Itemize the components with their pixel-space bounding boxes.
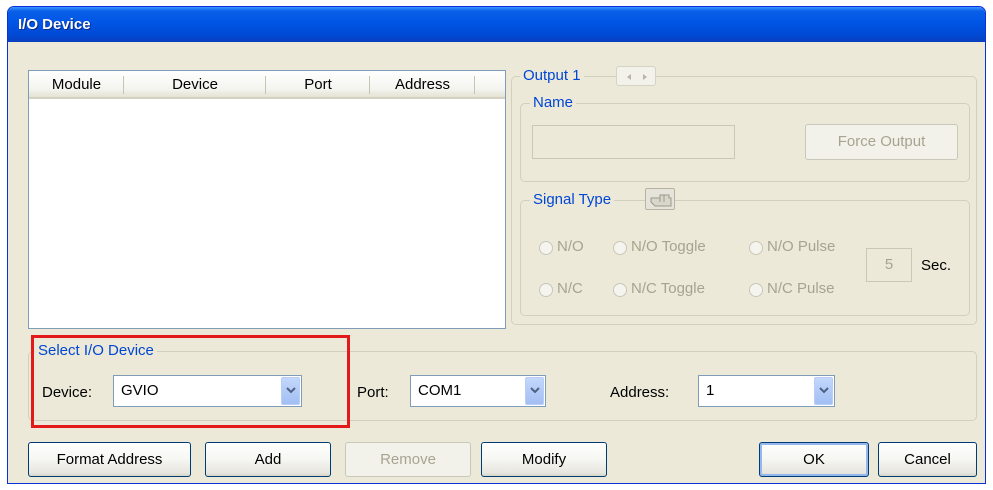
address-select-value: 1 [706,382,715,399]
radio-no-pulse-label: N/O Pulse [767,238,836,255]
address-select[interactable]: 1 [698,375,835,407]
title-bar[interactable]: I/O Device [8,7,985,42]
radio-no-toggle-label: N/O Toggle [631,238,706,255]
port-select[interactable]: COM1 [410,375,546,407]
signal-type-label: Signal Type [530,191,615,209]
add-button[interactable]: Add [205,442,331,477]
seconds-label: Sec. [921,257,952,274]
column-header-address[interactable]: Address [370,71,475,99]
port-select-value: COM1 [418,382,462,399]
name-group-label: Name [530,94,577,112]
modify-button[interactable]: Modify [481,442,607,477]
column-header-port[interactable]: Port [266,71,370,99]
radio-nc-label: N/C [557,280,583,297]
radio-nc[interactable] [539,283,553,297]
highlight-box [31,335,350,428]
pulse-seconds-input[interactable]: 5 [866,248,912,282]
radio-no-label: N/O [557,238,584,255]
list-header: Module Device Port Address [29,71,505,99]
left-right-arrows-icon[interactable] [616,66,656,86]
format-address-button[interactable]: Format Address [28,442,191,477]
column-label: Address [394,76,451,93]
cancel-button[interactable]: Cancel [878,442,977,477]
column-label: Module [51,76,102,93]
radio-nc-pulse[interactable] [749,283,763,297]
pointing-hand-icon[interactable] [645,188,675,210]
ok-button[interactable]: OK [759,442,869,477]
port-label: Port: [357,384,389,401]
force-output-button[interactable]: Force Output [805,124,958,160]
column-label: Port [304,76,332,93]
window-title: I/O Device [18,16,91,33]
chevron-down-icon[interactable] [525,377,544,405]
output-group-label: Output 1 [520,67,584,85]
radio-no-pulse[interactable] [749,241,763,255]
chevron-down-icon[interactable] [814,377,833,405]
radio-no-toggle[interactable] [613,241,627,255]
device-list[interactable]: Module Device Port Address [28,70,506,329]
radio-no[interactable] [539,241,553,255]
column-header-module[interactable]: Module [29,71,124,99]
remove-button[interactable]: Remove [345,442,471,477]
column-label: Device [172,76,218,93]
radio-nc-toggle-label: N/C Toggle [631,280,705,297]
column-header-device[interactable]: Device [124,71,266,99]
address-label: Address: [610,384,670,401]
radio-nc-pulse-label: N/C Pulse [767,280,835,297]
column-header-filler [475,71,505,99]
output-name-input[interactable] [532,125,735,159]
radio-nc-toggle[interactable] [613,283,627,297]
